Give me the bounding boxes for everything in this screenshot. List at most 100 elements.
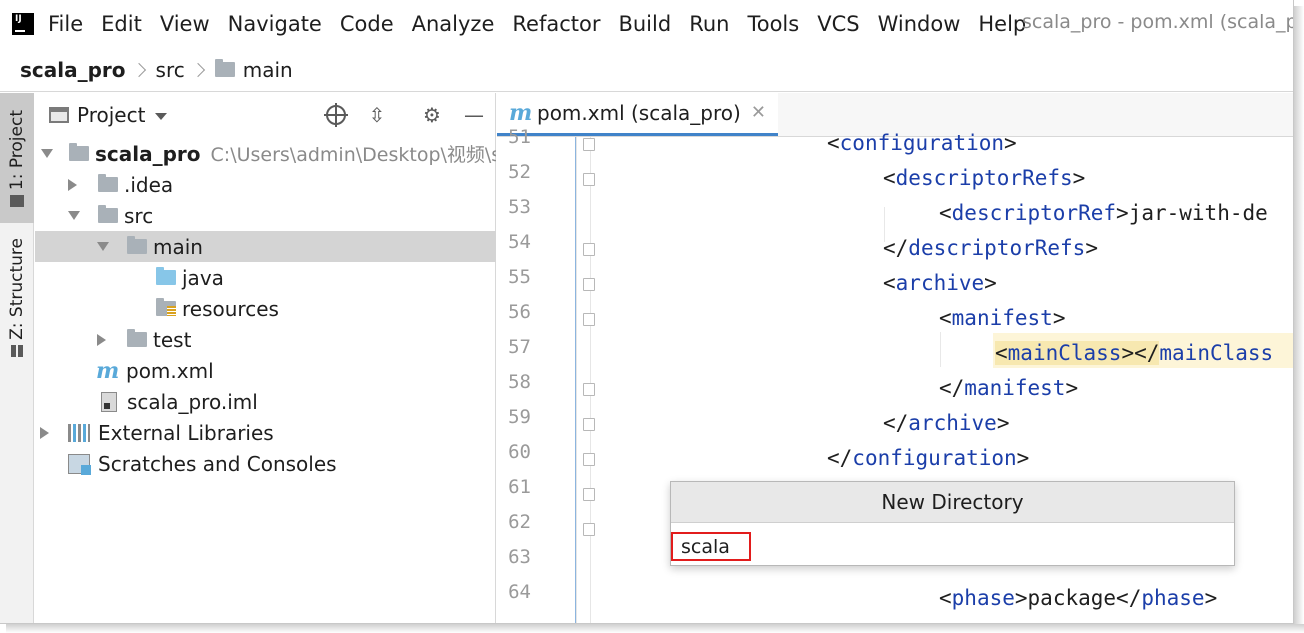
code-line-57[interactable]: <mainClass></mainClass — [995, 336, 1273, 371]
folder-icon — [214, 59, 235, 77]
directory-name-input[interactable] — [671, 532, 751, 561]
tree-item-main[interactable]: main — [35, 231, 496, 262]
tree-item-label: main — [153, 234, 203, 259]
menu-run[interactable]: Run — [680, 12, 738, 36]
line-number: 58 — [508, 371, 531, 393]
tree-item-scratches[interactable]: Scratches and Consoles — [35, 448, 496, 479]
code-line-59[interactable]: </archive> — [883, 406, 1009, 441]
chevron-right-icon[interactable] — [40, 426, 49, 439]
menu-vcs[interactable]: VCS — [808, 12, 868, 36]
project-panel-header: Project ⇳ ⚙ — — [35, 93, 495, 137]
project-panel: Project ⇳ ⚙ — scala_pro C:\Users\admin\D… — [35, 93, 496, 623]
fold-marker-icon[interactable] — [583, 383, 595, 396]
fold-marker-icon[interactable] — [583, 313, 595, 326]
editor-tab-pom[interactable]: m pom.xml (scala_pro) ✕ — [497, 93, 778, 136]
menu-view[interactable]: View — [151, 12, 219, 36]
locate-icon[interactable] — [324, 103, 348, 127]
structure-tool-tab[interactable]: Z: Structure — [0, 233, 34, 363]
line-number: 62 — [508, 511, 531, 533]
popup-title: New Directory — [671, 482, 1234, 523]
fold-marker-icon[interactable] — [583, 243, 595, 256]
tree-item-label: External Libraries — [98, 420, 274, 445]
code-line-54[interactable]: </descriptorRefs> — [883, 231, 1098, 266]
tree-item-iml[interactable]: scala_pro.iml — [35, 386, 496, 417]
line-number: 59 — [508, 406, 531, 428]
code-line-56[interactable]: <manifest> — [939, 301, 1065, 336]
code-line-58[interactable]: </manifest> — [939, 371, 1078, 406]
line-number: 57 — [508, 336, 531, 358]
chevron-down-icon[interactable] — [155, 113, 168, 120]
chevron-right-icon[interactable] — [68, 178, 77, 191]
tree-item-java[interactable]: java — [35, 262, 496, 293]
fold-marker-icon[interactable] — [583, 488, 595, 501]
close-icon[interactable]: ✕ — [751, 102, 766, 123]
tree-item-pom-xml[interactable]: m pom.xml — [35, 355, 496, 386]
chevron-down-icon[interactable] — [41, 149, 53, 158]
chevron-right-icon[interactable] — [97, 333, 106, 346]
module-folder-icon — [69, 143, 89, 161]
chevron-down-icon[interactable] — [68, 211, 80, 220]
menu-build[interactable]: Build — [609, 12, 680, 36]
chevron-down-icon[interactable] — [97, 242, 109, 251]
project-tool-tab[interactable]: 1: Project — [0, 93, 34, 223]
project-path: C:\Users\admin\Desktop\视频\s — [210, 144, 496, 166]
breadcrumb-main[interactable]: main — [243, 58, 293, 82]
module-file-icon — [101, 391, 117, 412]
menu-code[interactable]: Code — [331, 12, 403, 36]
minimize-icon[interactable]: — — [462, 103, 486, 127]
fold-marker-icon[interactable] — [583, 138, 595, 151]
gear-icon[interactable]: ⚙ — [420, 103, 444, 127]
tree-item-label: pom.xml — [126, 358, 214, 383]
line-number: 60 — [508, 441, 531, 463]
fold-marker-icon[interactable] — [583, 523, 595, 536]
source-folder-icon — [156, 267, 176, 285]
collapse-all-icon[interactable]: ⇳ — [365, 103, 389, 127]
tree-item-label: scala_pro — [95, 141, 201, 166]
fold-marker-icon[interactable] — [583, 453, 595, 466]
project-view-selector[interactable]: Project — [77, 103, 145, 127]
tree-item-external-libraries[interactable]: External Libraries — [35, 417, 496, 448]
code-line-64[interactable]: <phase>package</phase> — [939, 581, 1217, 616]
fold-marker-icon[interactable] — [583, 278, 595, 291]
menu-navigate[interactable]: Navigate — [219, 12, 331, 36]
tree-item-label: java — [182, 265, 224, 290]
tree-item-label: src — [124, 203, 154, 228]
folder-icon — [98, 174, 118, 192]
line-number: 63 — [508, 546, 531, 568]
tree-item-scala-pro[interactable]: scala_pro C:\Users\admin\Desktop\视频\s — [35, 138, 496, 169]
line-number: 54 — [508, 231, 531, 253]
tree-item-src[interactable]: src — [35, 200, 496, 231]
fold-marker-icon[interactable] — [583, 418, 595, 431]
breadcrumb-separator-icon — [190, 62, 205, 77]
tree-item-label: .idea — [124, 172, 174, 197]
fold-marker-icon[interactable] — [583, 173, 595, 186]
resources-folder-icon — [156, 298, 176, 316]
menu-refactor[interactable]: Refactor — [503, 12, 609, 36]
code-line-51[interactable]: <configuration> — [827, 126, 1017, 161]
window-shadow — [1294, 6, 1304, 633]
structure-icon — [11, 345, 23, 357]
menu-bar: IJ File Edit View Navigate Code Analyze … — [0, 0, 1294, 48]
indent-guide — [940, 332, 941, 367]
code-line-53[interactable]: <descriptorRef>jar-with-de — [939, 196, 1268, 231]
menu-tools[interactable]: Tools — [738, 12, 808, 36]
menu-analyze[interactable]: Analyze — [403, 12, 504, 36]
code-line-55[interactable]: <archive> — [883, 266, 997, 301]
menu-edit[interactable]: Edit — [92, 12, 151, 36]
menu-file[interactable]: File — [48, 12, 92, 36]
line-number: 51 — [508, 126, 531, 148]
fold-column — [577, 137, 591, 623]
line-number-gutter: 51 52 53 54 55 56 57 58 59 60 61 62 63 6… — [497, 126, 577, 623]
tree-item-idea[interactable]: .idea — [35, 169, 496, 200]
line-number: 52 — [508, 161, 531, 183]
folder-icon — [127, 236, 147, 254]
breadcrumb-src[interactable]: src — [156, 58, 185, 82]
breadcrumb-project[interactable]: scala_pro — [20, 58, 126, 82]
tree-item-test[interactable]: test — [35, 324, 496, 355]
menu-window[interactable]: Window — [869, 12, 970, 36]
code-line-52[interactable]: <descriptorRefs> — [883, 161, 1085, 196]
tree-item-resources[interactable]: resources — [35, 293, 496, 324]
window-title: scala_pro - pom.xml (scala_p — [1022, 11, 1294, 33]
code-line-60[interactable]: </configuration> — [827, 441, 1029, 476]
line-number: 61 — [508, 476, 531, 498]
